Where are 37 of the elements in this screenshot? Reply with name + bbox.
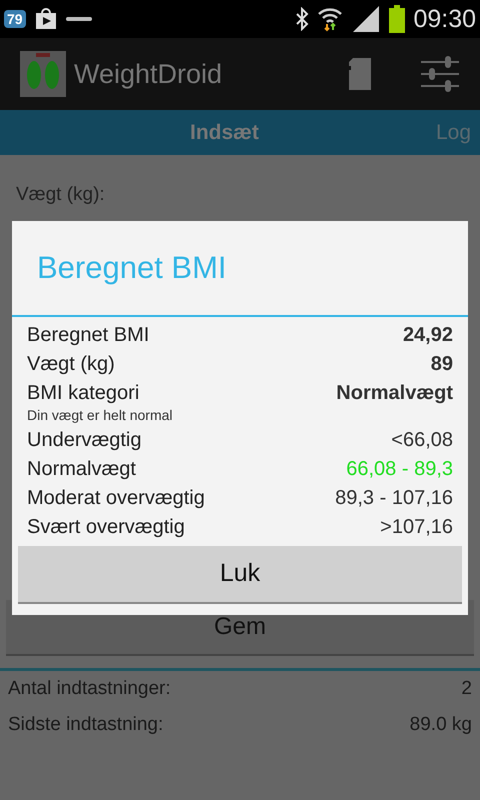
range-label: Moderat overvægtig — [27, 486, 205, 510]
range-value: >107,16 — [380, 514, 453, 540]
row-value: Normalvægt — [336, 380, 453, 406]
store-icon — [34, 7, 58, 31]
row-value: 24,92 — [402, 322, 453, 348]
category-note: Din vægt er helt normal — [27, 407, 174, 423]
stat-value: 2 — [461, 676, 472, 701]
clock-time: 09:30 — [413, 6, 476, 32]
row-label: Vægt (kg) — [27, 352, 115, 376]
range-label: Normalvægt — [27, 456, 136, 482]
stat-value: 89.0 kg — [410, 712, 472, 737]
stat-label: Sidste indtastning: — [8, 712, 164, 737]
battery-icon — [389, 5, 406, 33]
feet-icon — [20, 51, 66, 97]
tab[interactable]: Log — [436, 110, 472, 155]
range-value: 66,08 - 89,3 — [346, 456, 453, 482]
close-button[interactable]: Luk — [18, 546, 462, 604]
range-label: Undervægtig — [27, 428, 142, 452]
row-label: Beregnet BMI — [27, 322, 150, 348]
row-label: BMI kategori — [27, 380, 140, 406]
app-title: WeightDroid — [74, 58, 222, 91]
row-value: 89 — [430, 352, 453, 376]
tab[interactable]: Indsæt — [190, 110, 259, 155]
range-value: 89,3 - 107,16 — [335, 486, 453, 510]
stat-label: Antal indtastninger: — [8, 676, 171, 701]
logo-icon — [66, 16, 92, 22]
bluetooth-icon — [295, 7, 310, 31]
range-label: Svært overvægtig — [27, 514, 185, 540]
field-label: Vægt (kg): — [16, 184, 105, 205]
notification-badge: 79 — [4, 10, 26, 28]
range-value: <66,08 — [391, 428, 453, 452]
signal-icon — [351, 6, 382, 32]
sliders-icon — [421, 56, 459, 92]
sd-card-icon — [349, 58, 371, 90]
dialog-title: Beregnet BMI — [37, 248, 227, 287]
settings-button[interactable] — [420, 54, 460, 94]
wifi-icon — [317, 6, 344, 32]
